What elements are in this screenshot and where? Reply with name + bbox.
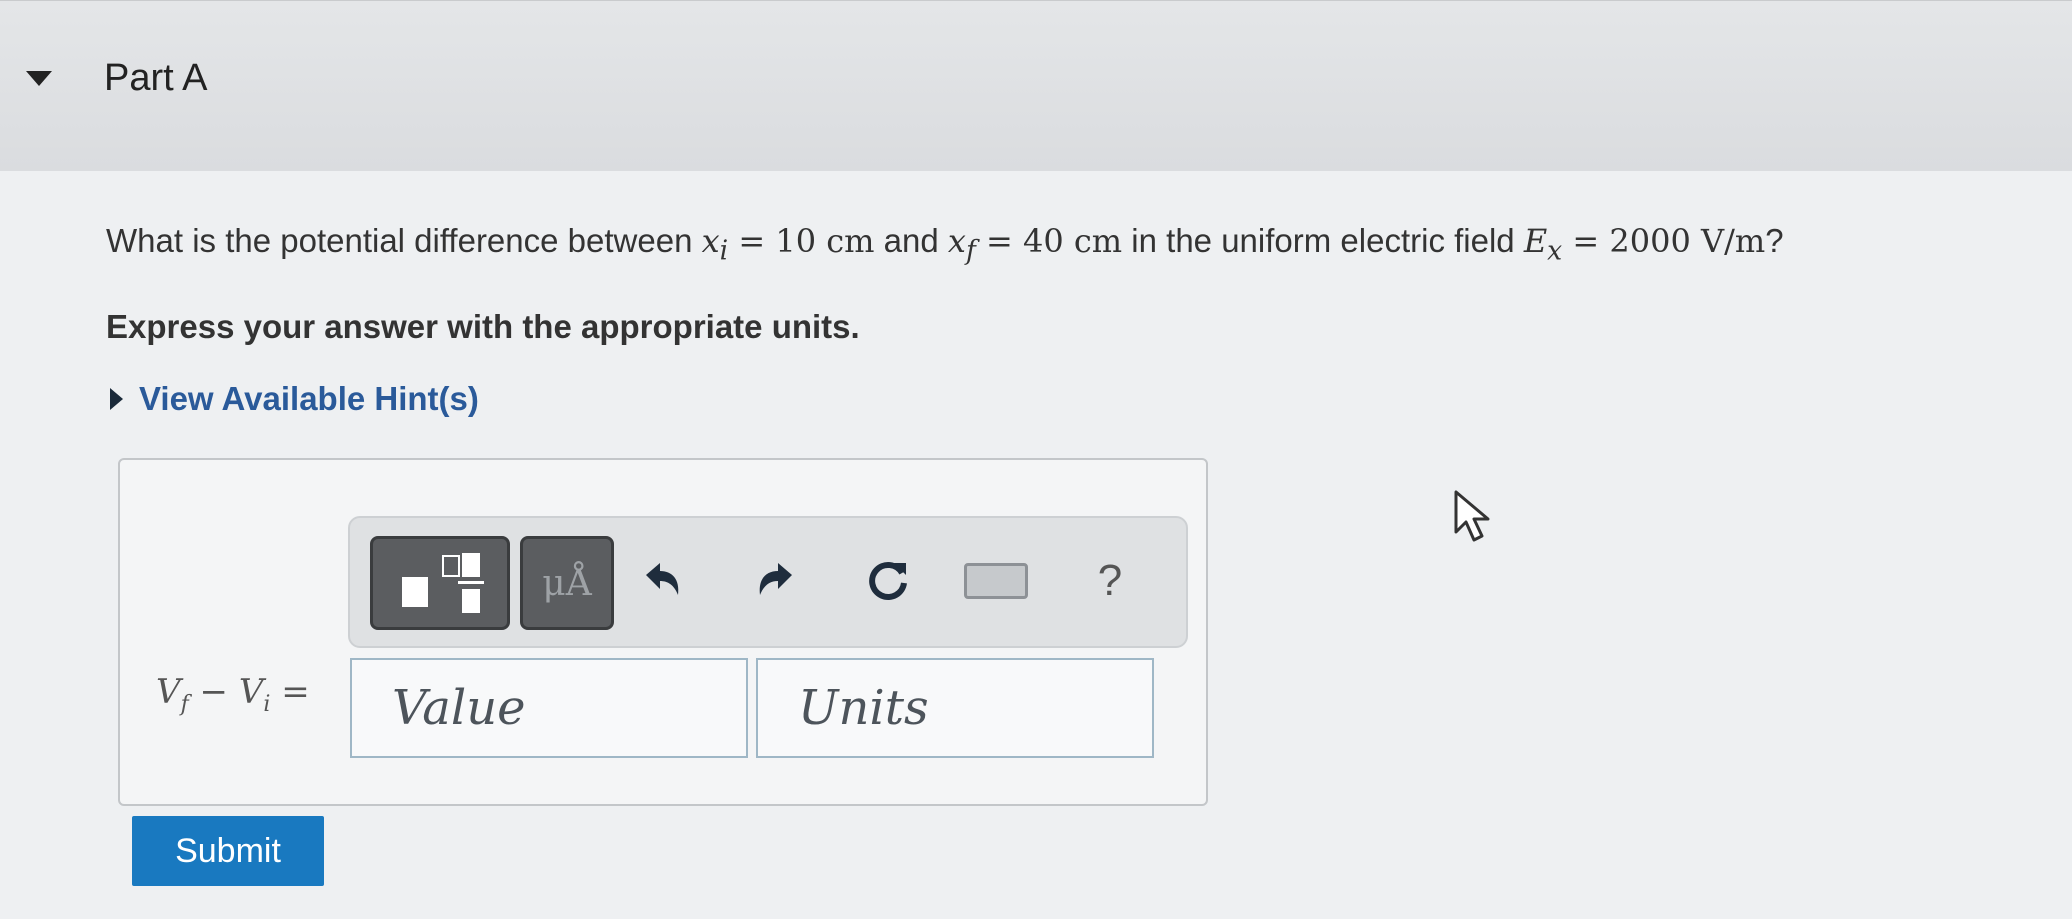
question-prefix: What is the potential difference between — [106, 222, 702, 259]
instruction-text: Express your answer with the appropriate… — [106, 308, 860, 345]
templates-button[interactable] — [370, 536, 510, 630]
reset-icon — [869, 561, 907, 600]
submit-button[interactable]: Submit — [132, 816, 324, 886]
reset-button[interactable] — [858, 546, 918, 616]
math-toolbar: μÅ ? — [348, 516, 1188, 648]
question-text: What is the potential difference between… — [106, 222, 2066, 266]
units-button[interactable]: μÅ — [520, 536, 614, 630]
help-icon: ? — [1097, 556, 1123, 605]
view-hints-link[interactable]: View Available Hint(s) — [110, 380, 479, 418]
question-middle: in the uniform electric field — [1122, 222, 1524, 259]
part-title: Part A — [104, 57, 208, 99]
answer-equation-label: Vf − Vi = — [156, 672, 310, 717]
templates-icon — [398, 553, 484, 613]
help-button[interactable]: ? — [1080, 546, 1140, 616]
redo-button[interactable] — [746, 546, 806, 616]
xi-expression: xi = 10 cm — [701, 222, 875, 267]
hint-label: View Available Hint(s) — [139, 380, 479, 417]
expand-arrow-icon — [110, 388, 123, 410]
xf-expression: xf = 40 cm — [947, 222, 1123, 267]
part-header[interactable]: Part A — [0, 0, 2072, 171]
keyboard-icon — [964, 563, 1028, 599]
mouse-cursor-icon — [1454, 490, 1490, 542]
field-expression: Ex = 2000 V/m — [1523, 222, 1766, 267]
value-input[interactable] — [350, 658, 748, 758]
undo-button[interactable] — [632, 546, 692, 616]
answer-area: μÅ ? Vf − Vi = — [118, 458, 1208, 806]
question-and: and — [874, 222, 948, 259]
redo-icon — [759, 563, 792, 595]
units-input[interactable] — [756, 658, 1154, 758]
collapse-triangle-icon[interactable] — [26, 71, 52, 86]
question-end: ? — [1765, 222, 1784, 259]
undo-icon — [646, 563, 679, 595]
units-icon: μÅ — [542, 562, 592, 604]
keyboard-button[interactable] — [958, 546, 1034, 616]
